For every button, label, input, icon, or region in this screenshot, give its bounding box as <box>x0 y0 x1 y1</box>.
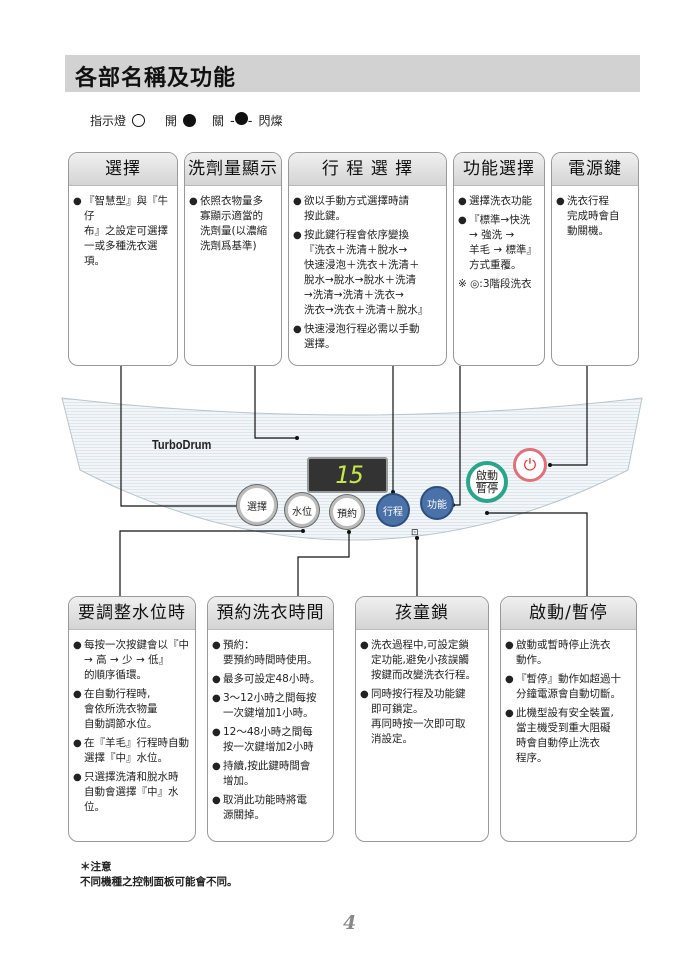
function-label: 功能 <box>427 499 447 511</box>
bottom-info-box: 預約洗衣時間預約： 要預約時間時使用。最多可設定48小時。 3～12小時之間每按 … <box>207 596 334 842</box>
box-title: 要調整水位時 <box>69 597 195 630</box>
water-level-label: 水位 <box>292 506 312 518</box>
box-list-item: 預約： 要預約時間時使用。 <box>212 638 329 668</box>
display-digits: 15 <box>335 461 364 489</box>
box-list-item: 只選擇洗清和脫水時 自動會選擇『中』水位。 <box>73 770 191 815</box>
reserve-button[interactable]: 預約 <box>330 495 364 529</box>
box-title: 預約洗衣時間 <box>208 597 333 630</box>
box-list-item: 3～12小時之間每按 一次鍵增加1小時。 <box>212 691 329 721</box>
start-pause-button[interactable]: 啟動 暫停 <box>466 461 508 503</box>
select-button[interactable]: 選擇 <box>237 485 277 525</box>
box-list: 每按一次按鍵會以『中 → 高 → 少 → 低』 的順序循環。在自動行程時, 會依… <box>69 630 195 815</box>
child-lock-icon: ⊡ <box>411 528 419 538</box>
manual-page: 各部名稱及功能 指示燈 開 關 -- 閃燦 選擇『智慧型』與『牛仔 布』之設定可… <box>0 0 674 971</box>
course-button[interactable]: 行程 <box>376 493 410 527</box>
box-list-item: 每按一次按鍵會以『中 → 高 → 少 → 低』 的順序循環。 <box>73 638 191 683</box>
power-icon: ⏻ <box>523 455 537 474</box>
brand-logo: TurboDrum <box>152 437 212 452</box>
pause-label: 暫停 <box>476 481 498 495</box>
reserve-label: 預約 <box>337 508 357 520</box>
box-list-item: 此機型設有安全裝置, 當主機受到重大阻礙 時會自動停止洗衣 程序。 <box>505 706 632 766</box>
box-list-item: 『暫停』動作如超過十 分鐘電源會自動切斷。 <box>505 672 632 702</box>
box-list-item: 12～48小時之間每 按一次鍵增加2小時 <box>212 725 329 755</box>
box-list-item: 洗衣過程中,可設定鎖 定功能,避免小孩誤觸 按鍵而改變洗衣行程。 <box>360 638 484 683</box>
box-list-item: 取消此功能時將電 源關掉。 <box>212 793 329 823</box>
page-number: 4 <box>343 912 357 934</box>
box-list: 洗衣過程中,可設定鎖 定功能,避免小孩誤觸 按鍵而改變洗衣行程。同時按行程及功能… <box>356 630 488 747</box>
box-title: 孩童鎖 <box>356 597 488 630</box>
box-list: 啟動或暫時停止洗衣 動作。『暫停』動作如超過十 分鐘電源會自動切斷。此機型設有安… <box>501 630 636 766</box>
box-list-item: 持續,按此鍵時間會 增加。 <box>212 759 329 789</box>
box-list-item: 同時按行程及功能鍵 即可鎖定。 再同時按一次即可取 消設定。 <box>360 687 484 747</box>
course-label: 行程 <box>383 506 403 518</box>
note: ＊注意 不同機種之控制面板可能會不同。 <box>80 860 238 890</box>
function-button[interactable]: 功能 <box>420 486 454 520</box>
power-button[interactable]: ⏻ <box>513 448 547 482</box>
bottom-info-box: 啟動/暫停啟動或暫時停止洗衣 動作。『暫停』動作如超過十 分鐘電源會自動切斷。此… <box>500 596 637 842</box>
box-list-item: 在自動行程時, 會依所洗衣物量 自動調節水位。 <box>73 687 191 732</box>
lcd-display: 15 <box>307 457 388 493</box>
box-list-item: 在『羊毛』行程時自動 選擇『中』水位。 <box>73 736 191 766</box>
start-label: 啟動 <box>476 468 498 483</box>
note-text: 不同機種之控制面板可能會不同。 <box>80 876 238 888</box>
box-list: 預約： 要預約時間時使用。最多可設定48小時。 3～12小時之間每按 一次鍵增加1… <box>208 630 333 823</box>
box-list-item: 啟動或暫時停止洗衣 動作。 <box>505 638 632 668</box>
bottom-info-box: 要調整水位時每按一次按鍵會以『中 → 高 → 少 → 低』 的順序循環。在自動行… <box>68 596 196 842</box>
select-label: 選擇 <box>247 501 267 513</box>
box-list-item: 最多可設定48小時。 <box>212 672 329 687</box>
water-level-button[interactable]: 水位 <box>285 493 319 527</box>
bottom-info-box: 孩童鎖洗衣過程中,可設定鎖 定功能,避免小孩誤觸 按鍵而改變洗衣行程。同時按行程… <box>355 596 489 842</box>
note-heading: ＊注意 <box>80 861 112 873</box>
box-title: 啟動/暫停 <box>501 597 636 630</box>
